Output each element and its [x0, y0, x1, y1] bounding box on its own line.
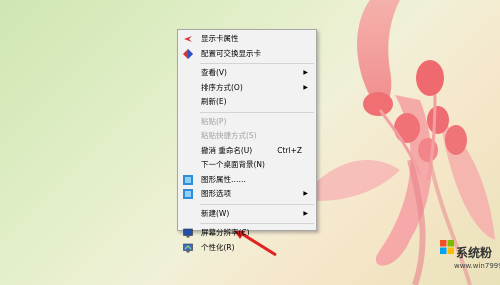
menu-item-screen-resolution[interactable]: 屏幕分辨率(C): [178, 226, 316, 241]
watermark-url: www.win7999.com: [454, 262, 500, 270]
personalize-icon: [183, 243, 193, 252]
screen-resolution-icon: [183, 228, 193, 238]
windows-logo-icon: [440, 240, 454, 254]
menu-item-label: 粘贴快捷方式(S): [201, 131, 257, 140]
graphics-properties-icon: [184, 36, 192, 42]
menu-item-view[interactable]: 查看(V) ▶: [178, 66, 316, 81]
submenu-arrow-icon: ▶: [303, 69, 308, 76]
menu-separator: [200, 111, 314, 113]
menu-item-paste: 粘贴(P): [178, 115, 316, 130]
shortcut-text: Ctrl+Z: [277, 145, 302, 155]
menu-item-new[interactable]: 新建(W) ▶: [178, 207, 316, 222]
menu-item-label: 新建(W): [201, 208, 230, 218]
menu-item-label: 刷新(E): [201, 97, 227, 106]
submenu-arrow-icon: ▶: [303, 83, 308, 91]
menu-item-switchable-graphics[interactable]: 配置可交换显示卡: [178, 47, 316, 62]
menu-item-label: 配置可交换显示卡: [201, 48, 261, 58]
watermark-brand: 系统粉: [456, 246, 493, 260]
menu-item-label: 排序方式(O): [201, 82, 243, 92]
menu-item-paste-shortcut: 粘贴快捷方式(S): [178, 129, 316, 144]
menu-item-label: 撤消 重命名(U): [201, 145, 253, 155]
menu-separator: [200, 203, 314, 205]
desktop-context-menu: 显示卡属性 配置可交换显示卡 查看(V) ▶ 排序方式(O) ▶ 刷新(E) 粘…: [177, 29, 317, 252]
menu-item-label: 显示卡属性: [201, 34, 239, 43]
menu-item-refresh[interactable]: 刷新(E): [178, 95, 316, 110]
submenu-arrow-icon: ▶: [303, 190, 308, 197]
menu-separator: [200, 63, 314, 64]
menu-item-graphics-properties[interactable]: 显示卡属性: [178, 32, 316, 47]
menu-item-undo-rename[interactable]: 撤消 重命名(U) Ctrl+Z: [178, 144, 316, 159]
intel-graphics-icon: [183, 189, 193, 199]
menu-item-sort-by[interactable]: 排序方式(O) ▶: [178, 81, 316, 96]
menu-item-label: 粘贴(P): [201, 116, 227, 126]
menu-item-label: 图形选项: [201, 189, 231, 198]
menu-item-label: 个性化(R): [201, 242, 235, 252]
menu-separator: [200, 223, 314, 224]
menu-item-graphics-properties-intel[interactable]: 图形属性……: [178, 173, 316, 188]
menu-item-label: 查看(V): [201, 68, 227, 77]
switchable-graphics-icon: [183, 48, 193, 59]
menu-item-label: 图形属性……: [201, 174, 246, 184]
menu-item-personalize[interactable]: 个性化(R): [178, 241, 316, 256]
submenu-arrow-icon: ▶: [303, 209, 308, 217]
menu-item-label: 屏幕分辨率(C): [201, 228, 250, 237]
menu-item-graphics-options[interactable]: 图形选项 ▶: [178, 187, 316, 202]
menu-item-label: 下一个桌面背景(N): [201, 160, 265, 169]
intel-graphics-icon: [183, 174, 193, 185]
menu-item-next-background[interactable]: 下一个桌面背景(N): [178, 158, 316, 173]
